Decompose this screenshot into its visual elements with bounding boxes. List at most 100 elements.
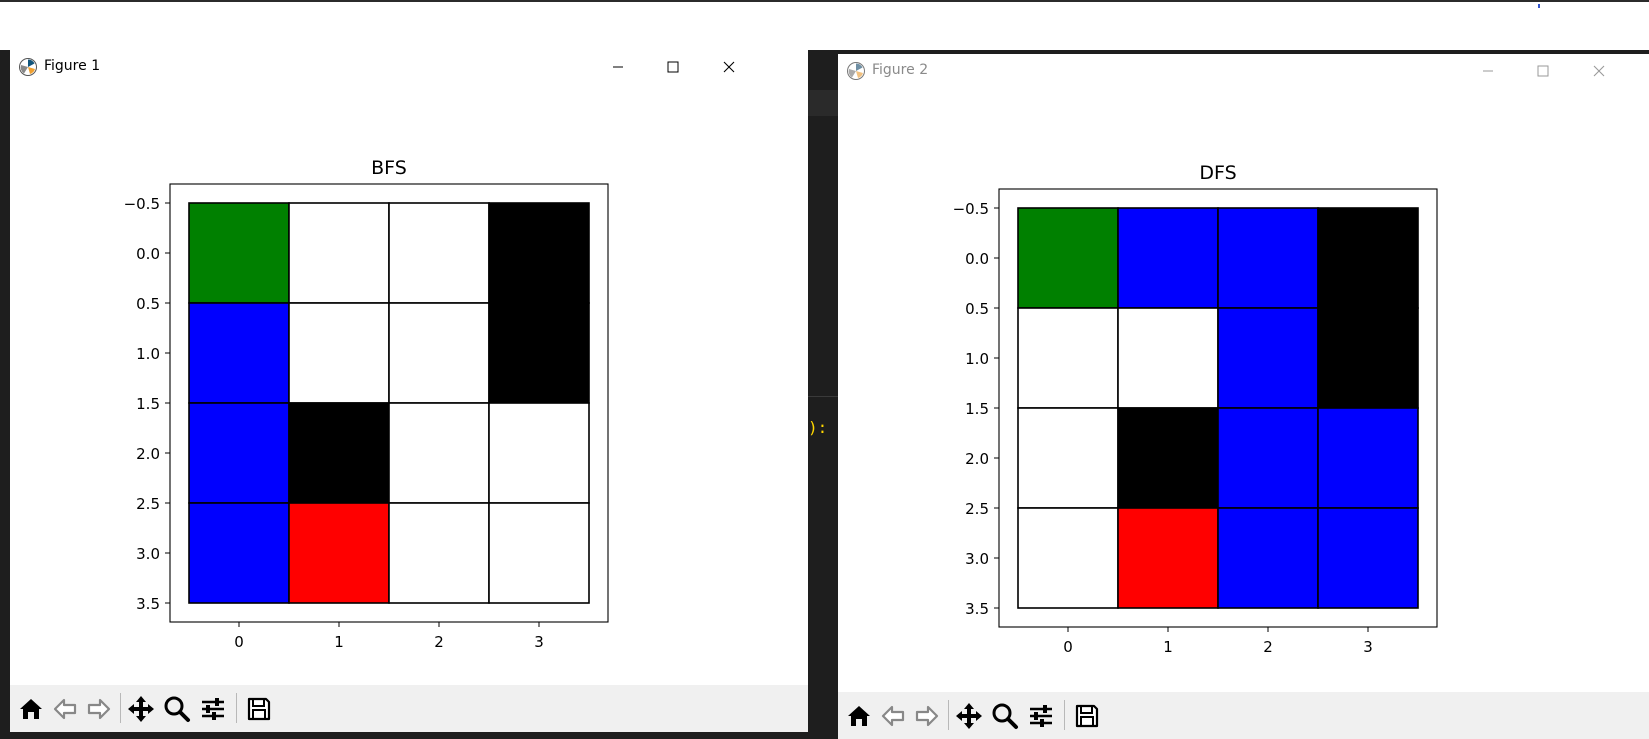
grid-cell-empty bbox=[488, 502, 590, 604]
y-tick-label: 0.0 bbox=[965, 250, 989, 268]
background-window-strip bbox=[0, 0, 1649, 50]
toolbar-pan-button[interactable] bbox=[124, 693, 158, 725]
y-tick-label: 1.5 bbox=[136, 395, 160, 413]
pan-icon bbox=[127, 695, 155, 723]
toolbar-separator bbox=[1064, 700, 1065, 730]
y-tick-label: −0.5 bbox=[953, 200, 989, 218]
toolbar-back-arrow-button[interactable] bbox=[876, 700, 910, 732]
background-mark bbox=[1538, 4, 1540, 8]
figure-window-2[interactable]: Figure 2 DFS −0.5 0.0 0.5 1.0 1.5 2.0 2.5 3.0 3.5… bbox=[838, 54, 1649, 739]
toolbar-configure-subplots-button[interactable] bbox=[1024, 700, 1058, 732]
grid-cell-empty bbox=[288, 202, 390, 304]
x-tick-label: 2 bbox=[1263, 638, 1273, 656]
toolbar-save-button[interactable] bbox=[1070, 700, 1104, 732]
y-tick-label: 3.0 bbox=[136, 545, 160, 563]
plot-canvas[interactable]: DFS −0.5 0.0 0.5 1.0 1.5 2.0 2.5 3.0 3.5 0 1 2 3 bbox=[838, 88, 1649, 692]
plot-canvas[interactable]: BFS −0.5 0.0 0.5 1.0 1.5 2.0 2.5 3.0 3.5 0 1 2 3 bbox=[10, 84, 808, 685]
maximize-icon bbox=[667, 61, 679, 73]
home-icon bbox=[846, 703, 872, 729]
y-tick-label: 2.0 bbox=[965, 450, 989, 468]
toolbar-separator bbox=[120, 693, 121, 723]
window-title: Figure 1 bbox=[44, 58, 101, 74]
editor-divider bbox=[808, 396, 838, 397]
code-fragment-text: ): bbox=[808, 418, 828, 437]
grid-cell-visited bbox=[188, 502, 290, 604]
zoom-icon bbox=[163, 695, 191, 723]
grid-cell-empty bbox=[288, 302, 390, 404]
toolbar-home-button[interactable] bbox=[14, 693, 48, 725]
back-arrow-icon bbox=[880, 703, 906, 729]
toolbar-zoom-button[interactable] bbox=[988, 700, 1022, 732]
chart-title: DFS bbox=[1199, 162, 1236, 184]
navigation-toolbar bbox=[838, 692, 1649, 739]
y-tick-label: 0.0 bbox=[136, 245, 160, 263]
toolbar-save-button[interactable] bbox=[242, 693, 276, 725]
grid-cell-wall bbox=[488, 202, 590, 304]
grid-cell-goal bbox=[1117, 507, 1219, 609]
toolbar-back-arrow-button[interactable] bbox=[48, 693, 82, 725]
maximize-button[interactable] bbox=[650, 50, 696, 84]
minimize-icon bbox=[613, 66, 623, 68]
minimize-button[interactable] bbox=[1465, 54, 1511, 88]
home-icon bbox=[18, 696, 44, 722]
back-arrow-icon bbox=[52, 696, 78, 722]
y-tick-label: 1.0 bbox=[136, 345, 160, 363]
toolbar-forward-arrow-button[interactable] bbox=[82, 693, 116, 725]
toolbar-zoom-button[interactable] bbox=[160, 693, 194, 725]
grid-cell-empty bbox=[388, 302, 490, 404]
window-title: Figure 2 bbox=[872, 62, 929, 78]
close-icon bbox=[723, 61, 735, 73]
x-tick-label: 1 bbox=[1163, 638, 1173, 656]
grid-cell-start bbox=[1017, 207, 1119, 309]
x-tick-label: 0 bbox=[234, 633, 244, 651]
y-tick-label: 1.0 bbox=[965, 350, 989, 368]
grid-cell-visited bbox=[188, 302, 290, 404]
grid-cell-empty bbox=[388, 502, 490, 604]
grid-cell-visited bbox=[1317, 407, 1419, 509]
minimize-icon bbox=[1483, 70, 1493, 72]
toolbar-separator bbox=[948, 700, 949, 730]
x-tick-label: 3 bbox=[1363, 638, 1373, 656]
grid-cell-goal bbox=[288, 502, 390, 604]
maximize-button[interactable] bbox=[1520, 54, 1566, 88]
grid-cell-empty bbox=[488, 402, 590, 504]
toolbar-home-button[interactable] bbox=[842, 700, 876, 732]
forward-arrow-icon bbox=[86, 696, 112, 722]
window-titlebar[interactable]: Figure 2 bbox=[838, 54, 1649, 88]
window-titlebar[interactable]: Figure 1 bbox=[10, 50, 808, 84]
y-tick-label: 3.5 bbox=[965, 600, 989, 618]
grid-cell-empty bbox=[1117, 307, 1219, 409]
maximize-icon bbox=[1537, 65, 1549, 77]
grid-cell-empty bbox=[1017, 507, 1119, 609]
toolbar-forward-arrow-button[interactable] bbox=[910, 700, 944, 732]
grid-cell-visited bbox=[1217, 207, 1319, 309]
close-icon bbox=[1593, 65, 1605, 77]
toolbar-separator bbox=[236, 693, 237, 723]
chart-title: BFS bbox=[371, 157, 407, 179]
grid-cell-visited bbox=[1217, 507, 1319, 609]
matplotlib-icon bbox=[19, 58, 37, 76]
configure-subplots-icon bbox=[199, 695, 227, 723]
figure-window-1[interactable]: Figure 1 BFS −0.5 0.0 0.5 1.0 1.5 2.0 2.5 3.0 3.5… bbox=[10, 50, 808, 732]
y-tick-label: −0.5 bbox=[124, 195, 160, 213]
grid-cell-visited bbox=[1317, 507, 1419, 609]
code-fragment: ): bbox=[808, 418, 827, 437]
grid-cell-wall bbox=[488, 302, 590, 404]
y-tick-label: 0.5 bbox=[965, 300, 989, 318]
x-tick-label: 2 bbox=[434, 633, 444, 651]
grid-cell-empty bbox=[388, 402, 490, 504]
close-button[interactable] bbox=[706, 50, 752, 84]
toolbar-pan-button[interactable] bbox=[952, 700, 986, 732]
grid-cell-wall bbox=[288, 402, 390, 504]
editor-tab-band bbox=[808, 90, 838, 116]
grid-cell-visited bbox=[1117, 207, 1219, 309]
y-tick-label: 2.5 bbox=[965, 500, 989, 518]
y-tick-label: 1.5 bbox=[965, 400, 989, 418]
toolbar-configure-subplots-button[interactable] bbox=[196, 693, 230, 725]
configure-subplots-icon bbox=[1027, 702, 1055, 730]
minimize-button[interactable] bbox=[595, 50, 641, 84]
grid-cell-empty bbox=[388, 202, 490, 304]
grid-cell-visited bbox=[1217, 407, 1319, 509]
x-tick-label: 0 bbox=[1063, 638, 1073, 656]
close-button[interactable] bbox=[1576, 54, 1622, 88]
